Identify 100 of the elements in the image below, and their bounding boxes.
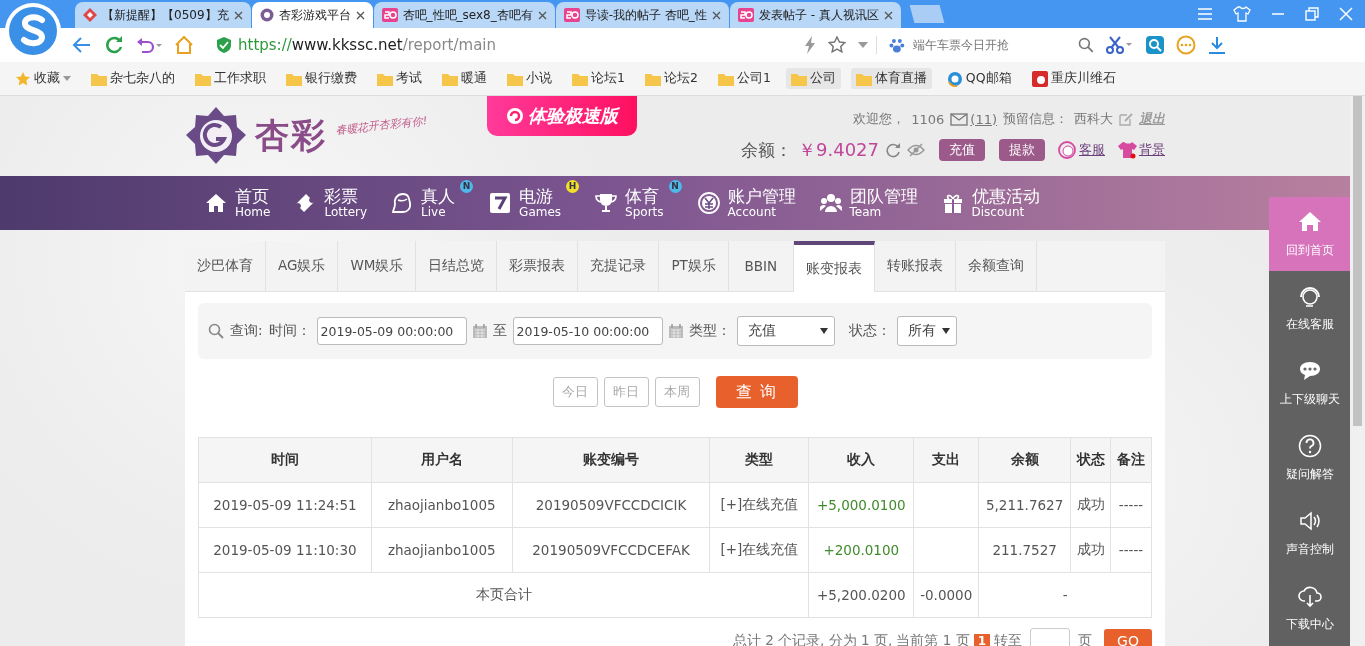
search-icon: [208, 323, 224, 339]
lightning-icon[interactable]: [804, 36, 816, 54]
bookmark[interactable]: 工作求职: [190, 68, 271, 89]
status-dropdown[interactable]: 所有: [896, 316, 957, 346]
logo-text: 杏彩: [255, 114, 327, 157]
back-icon[interactable]: [72, 36, 92, 54]
calendar-icon: [472, 324, 487, 338]
table-cell: 211.7527: [992, 542, 1057, 558]
message-count-link[interactable]: (11): [970, 111, 997, 127]
search-icon[interactable]: [1078, 37, 1094, 53]
close-icon[interactable]: [537, 10, 547, 20]
close-icon[interactable]: [355, 10, 365, 20]
report-tab[interactable]: PT娱乐: [659, 241, 729, 291]
username: 1106: [911, 111, 945, 127]
bookmark[interactable]: 考试: [372, 68, 427, 89]
report-tab[interactable]: 充提记录: [578, 241, 660, 291]
bookmark[interactable]: 暖通: [437, 68, 492, 89]
bookmark[interactable]: 重庆川维石: [1026, 68, 1121, 89]
report-tab[interactable]: 沙巴体育: [185, 241, 266, 291]
action-button[interactable]: 提款: [999, 139, 1045, 161]
report-tab[interactable]: 账变报表: [793, 241, 875, 292]
menu-icon[interactable]: [1197, 7, 1213, 21]
table-cell: 2019-05-09 11:24:51: [213, 497, 357, 513]
nav-badge: H: [566, 179, 580, 193]
star-icon[interactable]: [828, 36, 846, 54]
bookmark[interactable]: 论坛1: [567, 68, 630, 89]
scrollbar-thumb[interactable]: [1353, 96, 1362, 426]
nav-item[interactable]: 彩票 Lottery: [294, 187, 368, 219]
bookmark[interactable]: 论坛2: [639, 68, 703, 89]
bookmark[interactable]: 体育直播: [850, 68, 932, 89]
bookmark[interactable]: 银行缴费: [281, 68, 362, 89]
nav-item[interactable]: 优惠活动 Discount: [941, 187, 1040, 219]
table-cell: zhaojianbo1005: [387, 542, 496, 558]
bookmark[interactable]: 公司1: [712, 68, 776, 89]
nav-item[interactable]: 团队管理 Team: [819, 187, 918, 219]
bookmark[interactable]: 杂七杂八的: [86, 68, 180, 89]
undo-icon[interactable]: [136, 36, 162, 54]
nav-item[interactable]: 首页 Home: [205, 187, 271, 219]
report-tab[interactable]: 彩票报表: [497, 241, 579, 291]
report-tab[interactable]: 转账报表: [874, 241, 956, 291]
forum-icon: [563, 8, 580, 22]
question-icon: [1297, 434, 1322, 458]
header-link[interactable]: 客服: [1057, 140, 1105, 160]
close-icon[interactable]: [883, 10, 893, 20]
dropdown-icon: [63, 76, 71, 81]
folder-icon: [507, 71, 523, 86]
more-icon[interactable]: [1176, 35, 1196, 55]
yen-coin-icon: [697, 192, 720, 214]
download-icon[interactable]: [1208, 36, 1226, 54]
report-tab[interactable]: 日结总览: [416, 241, 498, 291]
type-dropdown[interactable]: 充值: [736, 316, 835, 346]
bookmark[interactable]: 小说: [502, 68, 557, 89]
browser-tab[interactable]: 导读-我的帖子 杏吧_性: [555, 2, 729, 28]
restore-icon[interactable]: [1305, 7, 1319, 21]
nav-item[interactable]: 账户管理 Account: [697, 187, 796, 219]
dropdown-icon[interactable]: [858, 42, 868, 48]
report-tab[interactable]: 余额查询: [955, 241, 1037, 291]
browser-tab[interactable]: 发表帖子 - 真人视讯区: [729, 2, 901, 28]
refresh-icon[interactable]: [885, 142, 901, 158]
end-date-field[interactable]: 2019-05-10 00:00:00: [512, 317, 663, 345]
home-icon[interactable]: [174, 35, 194, 55]
total-income: +5,200.0200: [816, 587, 906, 603]
report-tab[interactable]: BBIN: [728, 241, 794, 291]
trophy-icon: [595, 192, 618, 214]
close-icon[interactable]: [711, 10, 721, 20]
close-icon[interactable]: [233, 10, 243, 20]
hide-icon[interactable]: [907, 143, 925, 157]
table-cell: -----: [1118, 542, 1144, 558]
nav-badge: N: [460, 179, 474, 193]
star-icon: [15, 70, 31, 87]
shirt-icon: [1117, 141, 1137, 159]
magnifier-icon[interactable]: [1146, 36, 1164, 54]
browser-tab[interactable]: 【新提醒】【0509】充: [75, 2, 251, 28]
table-cell: 成功: [1076, 541, 1105, 557]
scissors-icon[interactable]: [1106, 36, 1134, 54]
new-tab-button[interactable]: [909, 5, 945, 23]
welcome-text: 欢迎您，: [853, 110, 906, 128]
table-cell: zhaojianbo1005: [387, 497, 496, 513]
reload-icon[interactable]: [104, 35, 124, 55]
column-header: 状态: [1070, 437, 1111, 483]
browser-tab[interactable]: 杏吧_性吧_sex8_杏吧有: [373, 2, 555, 28]
edit-icon[interactable]: [1119, 112, 1133, 126]
promo-button[interactable]: 体验极速版: [487, 96, 638, 136]
shirt-icon[interactable]: [1233, 6, 1251, 22]
bookmark[interactable]: 公司: [785, 68, 841, 89]
diamond-icon: [83, 8, 97, 22]
bookmark[interactable]: QQ邮箱: [941, 68, 1017, 89]
report-tab[interactable]: WM娱乐: [338, 241, 417, 291]
table-cell: [+]在线充值: [720, 496, 799, 512]
report-tab[interactable]: AG娱乐: [266, 241, 339, 291]
swirl-icon: [506, 107, 525, 125]
start-date-field[interactable]: 2019-05-09 00:00:00: [316, 317, 467, 345]
address-bar[interactable]: https://www.kkssc.net/report/main: [206, 36, 877, 54]
action-button[interactable]: 充值: [939, 139, 985, 161]
bookmark[interactable]: 收藏: [10, 68, 76, 89]
team-icon: [819, 192, 842, 214]
table-cell: 5,211.7627: [985, 497, 1064, 513]
home-icon: [205, 192, 227, 214]
browser-tab[interactable]: 杏彩游戏平台: [251, 2, 373, 28]
folder-icon: [790, 71, 807, 86]
